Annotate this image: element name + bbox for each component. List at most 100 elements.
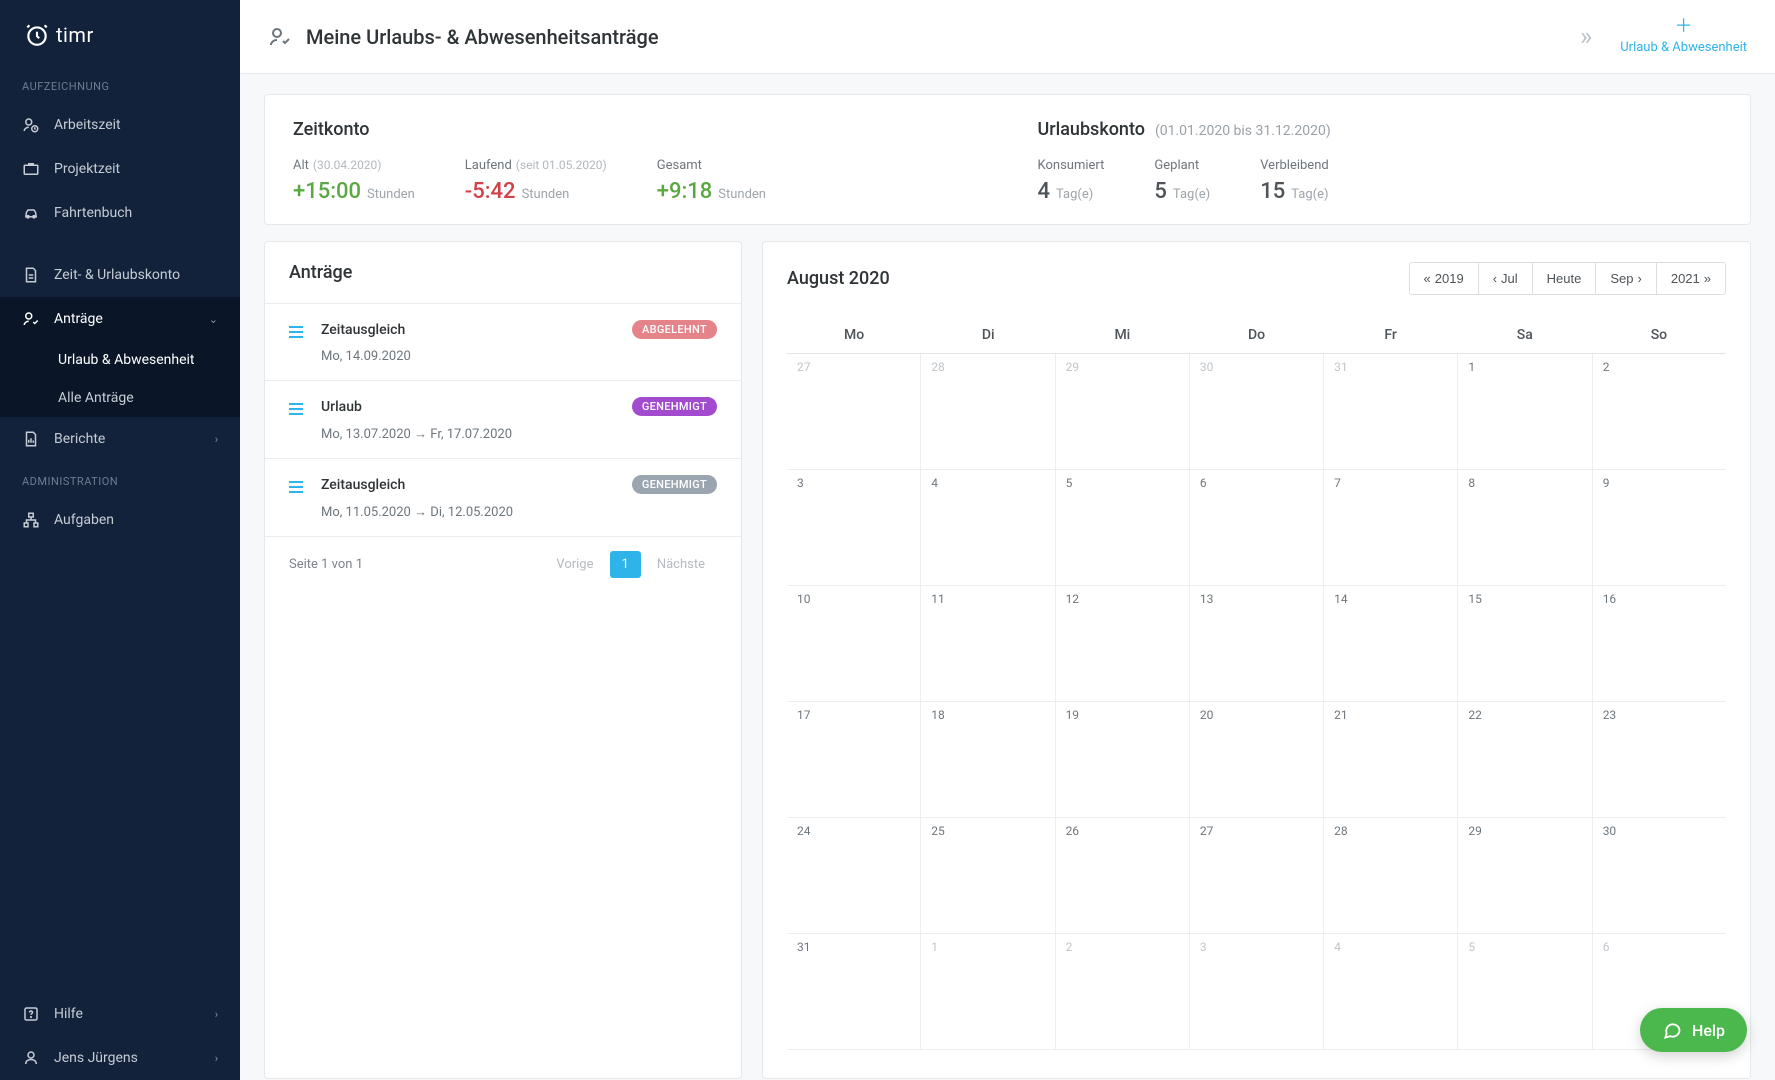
briefcase-icon <box>22 160 40 178</box>
cal-cell[interactable]: 30 <box>1190 354 1324 469</box>
request-type: Urlaub <box>321 399 362 415</box>
cal-prev-month[interactable]: ‹Jul <box>1478 262 1533 295</box>
cal-cell[interactable]: 9 <box>1593 470 1726 585</box>
cal-cell[interactable]: 15 <box>1458 586 1592 701</box>
stat-gesamt: Gesamt +9:18Stunden <box>657 158 766 204</box>
cal-cell[interactable]: 28 <box>1324 818 1458 933</box>
cal-cell[interactable]: 31 <box>1324 354 1458 469</box>
cal-cell[interactable]: 1 <box>1458 354 1592 469</box>
user-check-icon <box>22 310 40 328</box>
nav-user[interactable]: Jens Jürgens › <box>0 1036 240 1080</box>
cal-cell[interactable]: 4 <box>921 470 1055 585</box>
cal-cell[interactable]: 13 <box>1190 586 1324 701</box>
cal-cell[interactable]: 6 <box>1190 470 1324 585</box>
page-title: Meine Urlaubs- & Abwesenheitsanträge <box>306 25 659 49</box>
nav-arbeitszeit[interactable]: Arbeitszeit <box>0 103 240 147</box>
cal-cell[interactable]: 12 <box>1056 586 1190 701</box>
cal-dow-cell: Sa <box>1458 317 1592 353</box>
cal-cell[interactable]: 24 <box>787 818 921 933</box>
nav-hilfe[interactable]: Hilfe › <box>0 992 240 1036</box>
cal-next-month[interactable]: Sep› <box>1595 262 1656 295</box>
cal-dow-cell: Mi <box>1055 317 1189 353</box>
cal-cell[interactable]: 29 <box>1056 354 1190 469</box>
cal-cell[interactable]: 28 <box>921 354 1055 469</box>
cal-cell[interactable]: 19 <box>1056 702 1190 817</box>
cal-cell[interactable]: 20 <box>1190 702 1324 817</box>
cal-cell[interactable]: 26 <box>1056 818 1190 933</box>
urlaubskonto-meta: (01.01.2020 bis 31.12.2020) <box>1155 123 1331 139</box>
cal-cell[interactable]: 17 <box>787 702 921 817</box>
status-badge: ABGELEHNT <box>632 320 717 339</box>
drag-handle-icon <box>289 403 303 415</box>
chat-icon <box>1662 1020 1682 1040</box>
cal-prev-year[interactable]: «2019 <box>1409 262 1479 295</box>
add-request-label: Urlaub & Abwesenheit <box>1620 40 1747 55</box>
nav-sub-alle[interactable]: Alle Anträge <box>0 379 240 417</box>
cal-cell[interactable]: 2 <box>1593 354 1726 469</box>
stat-verbleibend: Verbleibend 15Tag(e) <box>1260 158 1329 204</box>
cal-cell[interactable]: 5 <box>1458 934 1592 1049</box>
cal-cell[interactable]: 3 <box>787 470 921 585</box>
nav-fahrtenbuch[interactable]: Fahrtenbuch <box>0 191 240 235</box>
user-check-icon <box>268 25 292 49</box>
nav-antraege[interactable]: Anträge ⌄ <box>0 297 240 341</box>
cal-cell[interactable]: 16 <box>1593 586 1726 701</box>
cal-cell[interactable]: 31 <box>787 934 921 1049</box>
pagination: Seite 1 von 1 Vorige 1 Nächste <box>265 536 741 592</box>
page-prev[interactable]: Vorige <box>544 551 605 578</box>
cal-cell[interactable]: 8 <box>1458 470 1592 585</box>
cal-cell[interactable]: 1 <box>921 934 1055 1049</box>
add-request-button[interactable]: ＋ Urlaub & Abwesenheit <box>1620 18 1747 55</box>
cal-row: 272829303112 <box>787 354 1726 470</box>
stat-alt: Alt(30.04.2020) +15:00Stunden <box>293 158 415 204</box>
cal-cell[interactable]: 22 <box>1458 702 1592 817</box>
cal-cell[interactable]: 30 <box>1593 818 1726 933</box>
request-item[interactable]: Zeitausgleich ABGELEHNT Mo, 14.09.2020 <box>265 303 741 380</box>
brand-logo[interactable]: timr <box>0 0 240 66</box>
cal-cell[interactable]: 29 <box>1458 818 1592 933</box>
request-item[interactable]: Urlaub GENEHMIGT Mo, 13.07.2020 → Fr, 17… <box>265 380 741 458</box>
cal-today[interactable]: Heute <box>1532 262 1597 295</box>
nav-zeitkonto[interactable]: Zeit- & Urlaubskonto <box>0 253 240 297</box>
page-next[interactable]: Nächste <box>645 551 717 578</box>
cal-cell[interactable]: 27 <box>1190 818 1324 933</box>
request-type: Zeitausgleich <box>321 322 405 338</box>
user-icon <box>22 1049 40 1067</box>
cal-cell[interactable]: 2 <box>1056 934 1190 1049</box>
cal-row: 31123456 <box>787 934 1726 1050</box>
cal-cell[interactable]: 3 <box>1190 934 1324 1049</box>
cal-cell[interactable]: 14 <box>1324 586 1458 701</box>
cal-cell[interactable]: 4 <box>1324 934 1458 1049</box>
nav-berichte[interactable]: Berichte › <box>0 417 240 461</box>
request-type: Zeitausgleich <box>321 477 405 493</box>
cal-cell[interactable]: 27 <box>787 354 921 469</box>
nav-aufgaben[interactable]: Aufgaben <box>0 498 240 542</box>
collapse-icon[interactable]: » <box>1580 22 1592 52</box>
nav-projektzeit[interactable]: Projektzeit <box>0 147 240 191</box>
chevron-left-icon: ‹ <box>1493 271 1497 286</box>
accounts-panel: Zeitkonto Alt(30.04.2020) +15:00Stunden … <box>264 94 1751 225</box>
cal-row: 10111213141516 <box>787 586 1726 702</box>
cal-cell[interactable]: 23 <box>1593 702 1726 817</box>
page-number[interactable]: 1 <box>610 551 641 578</box>
cal-cell[interactable]: 18 <box>921 702 1055 817</box>
cal-cell[interactable]: 5 <box>1056 470 1190 585</box>
cal-cell[interactable]: 21 <box>1324 702 1458 817</box>
cal-cell[interactable]: 7 <box>1324 470 1458 585</box>
help-bubble[interactable]: Help <box>1640 1008 1747 1052</box>
user-clock-icon <box>22 116 40 134</box>
drag-handle-icon <box>289 481 303 493</box>
nav-sub-urlaub[interactable]: Urlaub & Abwesenheit <box>0 341 240 379</box>
cal-row: 17181920212223 <box>787 702 1726 818</box>
chevron-down-icon: ⌄ <box>209 313 218 326</box>
drag-handle-icon <box>289 326 303 338</box>
status-badge: GENEHMIGT <box>632 475 717 494</box>
cal-cell[interactable]: 25 <box>921 818 1055 933</box>
request-item[interactable]: Zeitausgleich GENEHMIGT Mo, 11.05.2020 →… <box>265 458 741 536</box>
cal-cell[interactable]: 10 <box>787 586 921 701</box>
help-label: Help <box>1692 1021 1725 1040</box>
chevron-double-left-icon: « <box>1424 271 1431 286</box>
cal-cell[interactable]: 11 <box>921 586 1055 701</box>
cal-next-year[interactable]: 2021» <box>1656 262 1726 295</box>
page-info: Seite 1 von 1 <box>289 557 363 572</box>
